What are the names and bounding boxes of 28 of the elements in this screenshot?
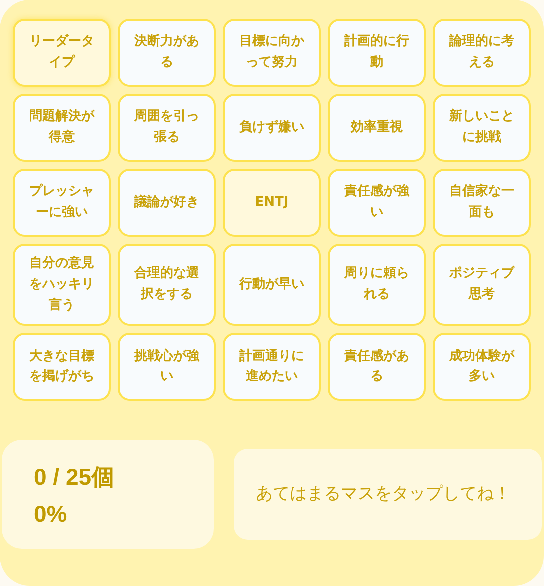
bingo-cell[interactable]: 議論が好き xyxy=(118,169,216,237)
bingo-cell[interactable]: 周りに頼られる xyxy=(328,244,426,326)
bingo-cell[interactable]: 大きな目標を掲げがち xyxy=(13,333,111,402)
bingo-cell[interactable]: 負けず嫌い xyxy=(223,94,321,162)
bingo-cell[interactable]: プレッシャーに強い xyxy=(13,169,111,237)
bingo-cell[interactable]: 自信家な一面も xyxy=(433,169,531,237)
bingo-cell[interactable]: 責任感がある xyxy=(328,333,426,402)
free-cell[interactable]: ENTJ xyxy=(223,169,321,237)
bingo-cell[interactable]: リーダータイプ xyxy=(13,19,111,87)
bingo-cell[interactable]: 責任感が強い xyxy=(328,169,426,237)
percent-text: 0% xyxy=(34,500,68,528)
bingo-cell[interactable]: ポジティブ思考 xyxy=(433,244,531,326)
bingo-cell[interactable]: 合理的な選択をする xyxy=(118,244,216,326)
bingo-cell[interactable]: 問題解決が得意 xyxy=(13,94,111,162)
bingo-cell[interactable]: 挑戦心が強い xyxy=(118,333,216,402)
bingo-cell[interactable]: 論理的に考える xyxy=(433,19,531,87)
bingo-cell[interactable]: 行動が早い xyxy=(223,244,321,326)
message-text: あてはまるマスをタップしてね！ xyxy=(256,483,511,506)
bingo-cell[interactable]: 目標に向かって努力 xyxy=(223,19,321,87)
bingo-cell[interactable]: 新しいことに挑戦 xyxy=(433,94,531,162)
bingo-cell[interactable]: 効率重視 xyxy=(328,94,426,162)
bingo-cell[interactable]: 決断力がある xyxy=(118,19,216,87)
bingo-cell[interactable]: 成功体験が多い xyxy=(433,333,531,402)
bingo-cell[interactable]: 計画通りに進めたい xyxy=(223,333,321,402)
bingo-cell[interactable]: 自分の意見をハッキリ言う xyxy=(13,244,111,326)
count-text: 0 / 25個 xyxy=(34,462,116,492)
bingo-cell[interactable]: 周囲を引っ張る xyxy=(118,94,216,162)
bingo-cell[interactable]: 計画的に行動 xyxy=(328,19,426,87)
